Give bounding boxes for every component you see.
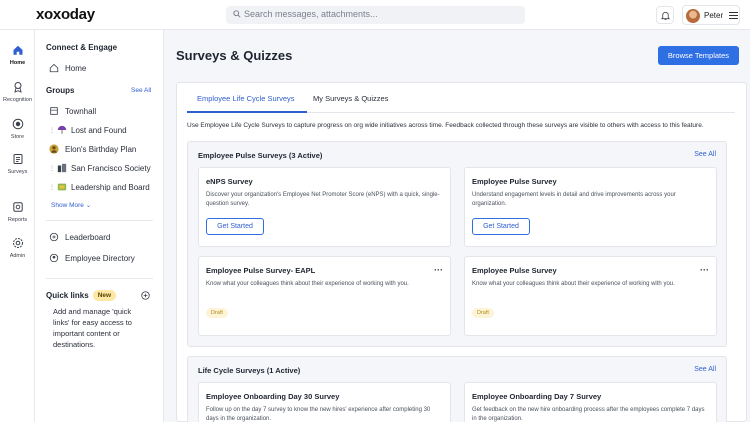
user-menu-button[interactable]: Peter <box>682 5 740 25</box>
leaderboard-icon <box>49 232 59 242</box>
sidebar-group-leadership[interactable]: ⋮ Leadership and Board <box>49 182 150 192</box>
divider <box>46 220 153 221</box>
survey-card-enps[interactable]: eNPS Survey Discover your organization's… <box>198 167 451 247</box>
new-badge: New <box>92 290 117 301</box>
search-input[interactable]: Search messages, attachments... <box>244 9 378 19</box>
sidebar-item-directory[interactable]: Employee Directory <box>49 253 135 263</box>
board-icon <box>57 183 67 191</box>
home-outline-icon <box>49 63 59 73</box>
townhall-icon <box>50 107 58 115</box>
top-bar: xoxoday Search messages, attachments... … <box>0 0 750 30</box>
sidebar-group-townhall[interactable]: Townhall <box>49 106 96 116</box>
lifecycle-see-all-link[interactable]: See All <box>694 366 716 373</box>
rail-item-reports[interactable]: Reports <box>0 201 35 223</box>
store-icon <box>12 118 23 130</box>
get-started-button[interactable]: Get Started <box>206 218 264 235</box>
survey-card-pulse[interactable]: Employee Pulse Survey Understand engagem… <box>464 167 717 247</box>
quick-links-description: Add and manage 'quick links' for easy ac… <box>53 307 132 349</box>
browse-templates-button[interactable]: Browse Templates <box>658 46 739 65</box>
bell-icon <box>660 11 671 21</box>
sidebar-item-leaderboard[interactable]: Leaderboard <box>49 232 110 242</box>
survey-icon <box>13 154 22 164</box>
sidebar-group-lost-found[interactable]: ⋮ Lost and Found <box>49 125 127 135</box>
rail-item-admin[interactable]: Admin <box>0 237 35 259</box>
status-badge: Draft <box>206 308 228 318</box>
sidebar-item-home[interactable]: Home <box>49 63 86 73</box>
lifecycle-surveys-group: Life Cycle Surveys (1 Active) See All Em… <box>187 356 727 422</box>
more-options-icon[interactable]: ··· <box>434 266 443 275</box>
group-title: Life Cycle Surveys (1 Active) <box>198 366 301 375</box>
tab-employee-life-cycle[interactable]: Employee Life Cycle Surveys <box>197 94 295 103</box>
search-box[interactable]: Search messages, attachments... <box>226 6 525 24</box>
sidebar-group-sf-society[interactable]: ⋮ San Francisco Society <box>49 163 151 173</box>
city-icon <box>57 163 67 173</box>
tab-bar: Employee Life Cycle Surveys My Surveys &… <box>187 83 735 113</box>
rail-item-recognition[interactable]: Recognition <box>0 81 35 103</box>
rail-item-home[interactable]: Home <box>0 44 35 66</box>
survey-card-onboarding-7[interactable]: Employee Onboarding Day 7 Survey Get fee… <box>464 382 717 422</box>
group-title: Employee Pulse Surveys (3 Active) <box>198 151 323 160</box>
pulse-see-all-link[interactable]: See All <box>694 151 716 158</box>
pin-icon: ⋮ <box>49 165 55 172</box>
search-icon <box>233 10 241 18</box>
user-name: Peter <box>704 11 724 20</box>
panel-description: Use Employee Life Cycle Surveys to captu… <box>187 122 704 129</box>
add-quick-link-icon[interactable] <box>141 291 150 300</box>
survey-card-pulse-eapl[interactable]: Employee Pulse Survey- EAPL ··· Know wha… <box>198 256 451 336</box>
show-more-link[interactable]: Show More ⌄ <box>51 201 91 209</box>
surveys-panel: Employee Life Cycle Surveys My Surveys &… <box>176 82 747 422</box>
notifications-button[interactable] <box>656 6 674 24</box>
chevron-down-icon: ⌄ <box>85 202 92 209</box>
quick-links-header: Quick links New <box>46 290 117 301</box>
pulse-surveys-group: Employee Pulse Surveys (3 Active) See Al… <box>187 141 727 347</box>
divider <box>46 278 153 279</box>
rail-item-store[interactable]: Store <box>0 118 35 140</box>
page-title: Surveys & Quizzes <box>176 48 293 63</box>
app-logo[interactable]: xoxoday <box>36 6 95 23</box>
avatar <box>686 9 700 23</box>
active-tab-indicator <box>187 111 307 113</box>
survey-card-onboarding-30[interactable]: Employee Onboarding Day 30 Survey Follow… <box>198 382 451 422</box>
tab-my-surveys[interactable]: My Surveys & Quizzes <box>313 94 388 103</box>
main-content: Surveys & Quizzes Browse Templates Emplo… <box>164 30 750 422</box>
survey-card-pulse-2[interactable]: Employee Pulse Survey ··· Know what your… <box>464 256 717 336</box>
sidebar-group-birthday[interactable]: Elon's Birthday Plan <box>49 144 136 154</box>
admin-icon <box>12 238 23 248</box>
pin-icon: ⋮ <box>49 184 55 191</box>
reports-icon <box>12 202 23 212</box>
left-rail: Home Recognition Store Surveys Reports A… <box>0 30 35 422</box>
groups-see-all-link[interactable]: See All <box>131 87 151 94</box>
more-options-icon[interactable]: ··· <box>700 266 709 275</box>
status-badge: Draft <box>472 308 494 318</box>
get-started-button[interactable]: Get Started <box>472 218 530 235</box>
menu-icon <box>729 10 738 20</box>
home-icon <box>13 45 22 55</box>
directory-icon <box>49 253 59 263</box>
groups-title: Groups <box>46 86 75 95</box>
section-title: Connect & Engage <box>46 43 118 52</box>
umbrella-icon <box>57 125 67 134</box>
secondary-sidebar: Connect & Engage Home Groups See All Tow… <box>35 30 164 422</box>
person-icon <box>49 144 59 154</box>
pin-icon: ⋮ <box>49 127 55 134</box>
award-icon <box>13 82 22 93</box>
rail-item-surveys[interactable]: Surveys <box>0 153 35 175</box>
